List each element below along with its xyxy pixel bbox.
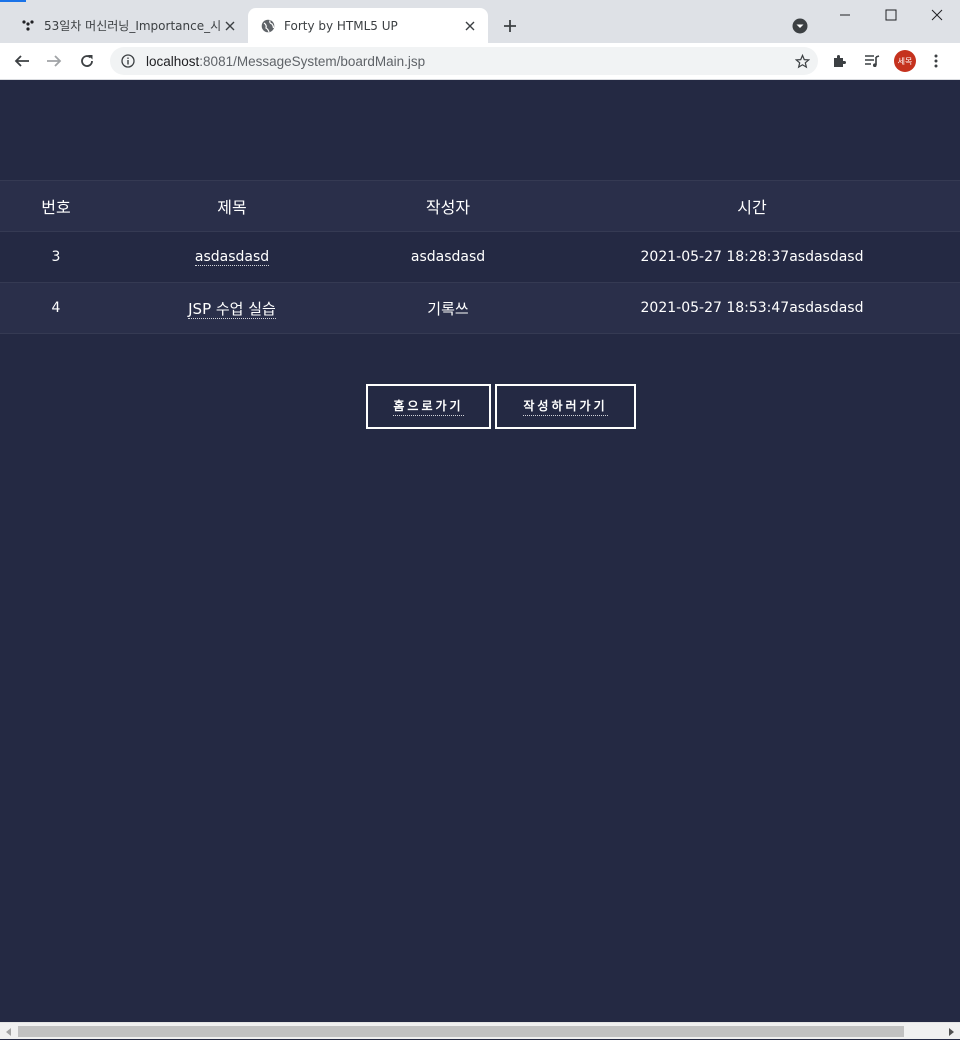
post-title-link[interactable]: JSP 수업 실습 [188,299,276,319]
address-bar[interactable]: localhost:8081/MessageSystem/boardMain.j… [110,47,818,75]
close-window-button[interactable] [914,0,960,30]
action-buttons: 홈으로가기 작성하러가기 [366,384,636,429]
cell-time: 2021-05-27 18:53:47asdasdasd [544,282,960,334]
maximize-icon [885,9,897,21]
cell-number: 4 [0,282,112,334]
plus-icon [504,20,516,32]
write-post-button[interactable]: 작성하러가기 [495,384,636,429]
globe-icon [260,18,276,34]
write-post-label: 작성하러가기 [523,397,608,416]
new-tab-button[interactable] [498,14,522,38]
arrow-left-icon [14,55,29,67]
menu-button[interactable] [922,47,950,75]
column-header-title: 제목 [112,180,352,232]
kebab-menu-icon [934,54,938,68]
cell-number: 3 [0,231,112,283]
close-tab-icon[interactable] [462,18,478,34]
cell-time: 2021-05-27 18:28:37asdasdasd [544,231,960,283]
close-tab-icon[interactable] [222,18,238,34]
close-icon [931,9,943,21]
page-content: 번호 제목 작성자 시간 3 asdasdasd asdasdasd 2021-… [0,80,960,1022]
tab-title: 53일차 머신러닝_Importance_시 [44,19,222,33]
arrow-right-icon [47,55,62,67]
info-icon[interactable] [120,53,136,69]
tab-inactive[interactable]: 53일차 머신러닝_Importance_시 [8,8,248,43]
table-row: 3 asdasdasd asdasdasd 2021-05-27 18:28:3… [0,231,960,283]
cell-writer: asdasdasd [352,231,544,283]
cell-title: JSP 수업 실습 [112,282,352,334]
cell-title: asdasdasd [112,231,352,283]
scroll-left-arrow-icon[interactable] [3,1026,15,1038]
back-button[interactable] [8,47,36,75]
playlist-icon [865,55,880,67]
column-header-writer: 작성자 [352,180,544,232]
browser-toolbar: localhost:8081/MessageSystem/boardMain.j… [0,43,960,80]
browser-tab-strip: 53일차 머신러닝_Importance_시 Forty by HTML5 UP [0,0,960,43]
reload-button[interactable] [73,47,101,75]
go-home-button[interactable]: 홈으로가기 [366,384,491,429]
forward-button[interactable] [40,47,68,75]
url-path: :8081/MessageSystem/boardMain.jsp [199,53,426,69]
minimize-button[interactable] [822,0,868,30]
reload-icon [81,55,93,67]
tab-strip-accent [0,0,26,2]
column-header-number: 번호 [0,180,112,232]
profile-avatar[interactable]: 세목 [894,50,916,72]
post-title-link[interactable]: asdasdasd [194,249,270,266]
notion-icon [20,18,36,34]
scrollbar-thumb[interactable] [18,1026,904,1037]
tab-title: Forty by HTML5 UP [284,18,398,33]
url-host: localhost [146,53,200,69]
table-header-row: 번호 제목 작성자 시간 [0,180,960,232]
horizontal-scrollbar[interactable] [0,1022,960,1039]
scroll-right-arrow-icon[interactable] [945,1026,957,1038]
tab-active[interactable]: Forty by HTML5 UP [248,8,488,43]
url-text: localhost:8081/MessageSystem/boardMain.j… [146,54,425,69]
table-row: 4 JSP 수업 실습 기록쓰 2021-05-27 18:53:47asdas… [0,282,960,334]
media-control-button[interactable] [858,47,886,75]
maximize-button[interactable] [868,0,914,30]
bookmark-star-icon[interactable] [794,53,810,69]
puzzle-icon [834,55,846,67]
minimize-icon [840,14,850,16]
column-header-time: 시간 [544,180,960,232]
chevron-down-circle-icon [792,18,808,34]
go-home-label: 홈으로가기 [393,397,464,416]
tab-search-button[interactable] [790,16,810,36]
board-table: 번호 제목 작성자 시간 3 asdasdasd asdasdasd 2021-… [0,180,960,334]
extensions-button[interactable] [826,47,854,75]
cell-writer: 기록쓰 [352,282,544,334]
